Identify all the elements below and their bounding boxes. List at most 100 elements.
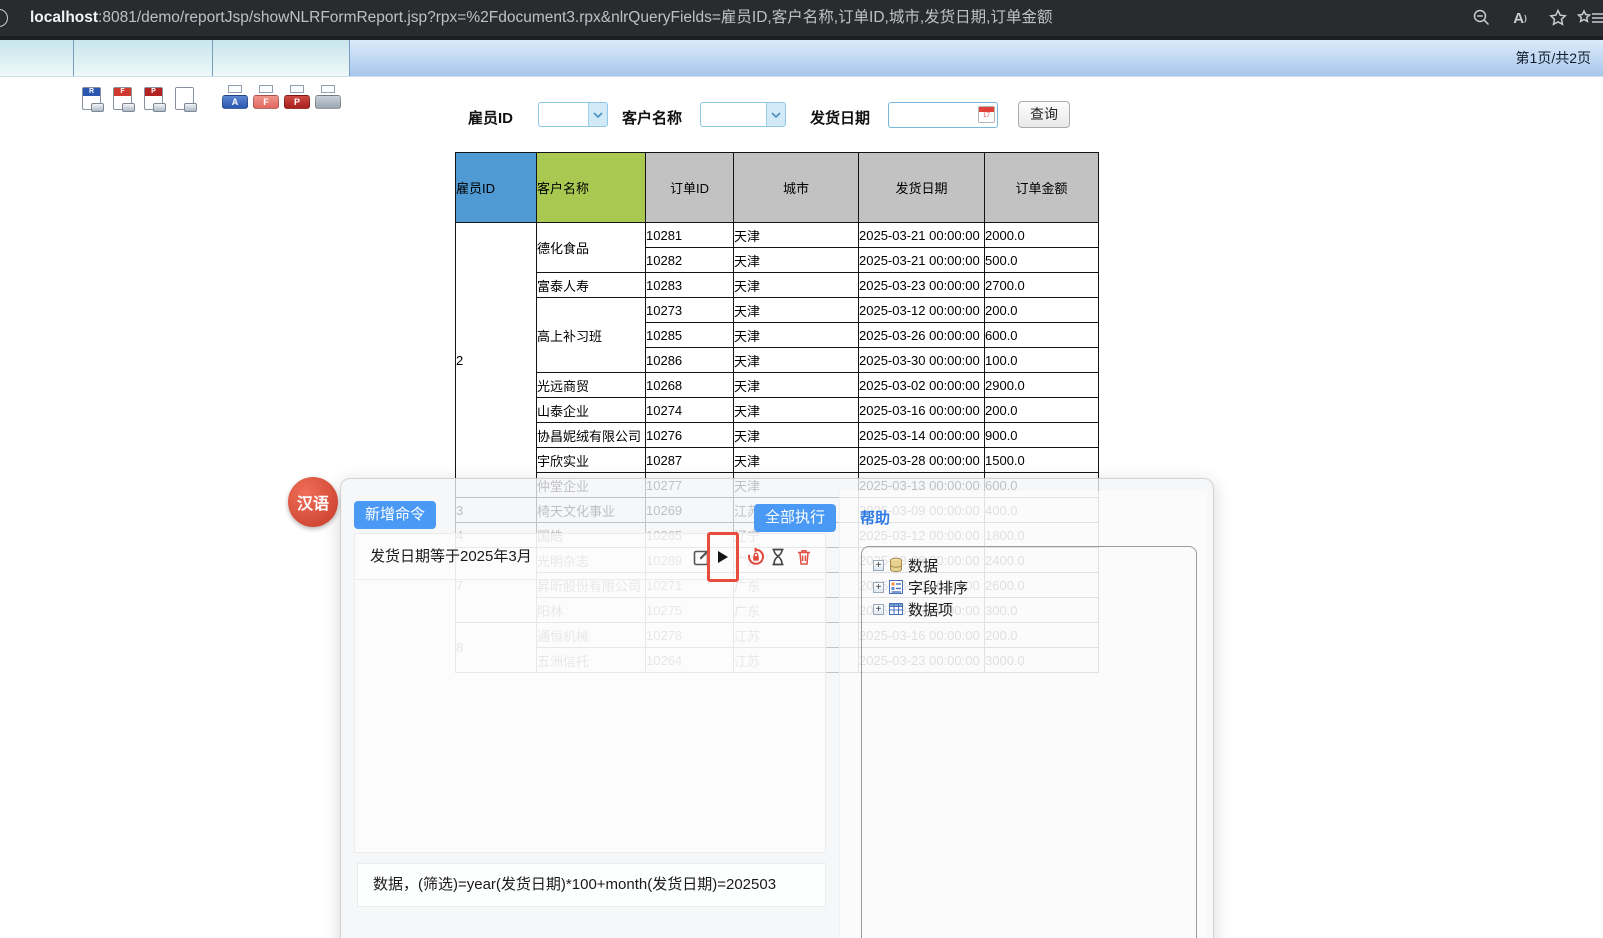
order-amount-cell: 500.0 [984,247,1099,273]
report-toolbar: RFP AFP 第1页/共2页 [0,40,1603,112]
customer-name-cell: 德化食品 [536,222,646,273]
address-bar-actions: A) [1463,0,1603,36]
order-amount-cell: 200.0 [984,297,1099,323]
toolbar-underline [0,76,1603,77]
column-header: 雇员ID [455,152,537,223]
order-id-cell: 10274 [645,397,734,423]
customer-name-cell: 山泰企业 [536,397,646,423]
column-header: 发货日期 [858,152,985,223]
tree-item-数据[interactable]: + 数据 [862,554,1196,576]
toolbar-separator [349,40,350,76]
ship-date-cell: 2025-03-21 00:00:00 [858,222,985,248]
column-header: 客户名称 [536,152,646,223]
tree-item-数据项[interactable]: + 数据项 [862,598,1196,620]
tree-item-label: 数据项 [908,601,954,619]
calendar-icon[interactable] [978,106,995,123]
city-cell: 天津 [733,222,859,248]
order-amount-cell: 600.0 [984,322,1099,348]
lock-refresh-icon[interactable] [746,547,766,567]
tree-item-label: 字段排序 [908,579,969,597]
browser-window: localhost:8081/demo/reportJsp/showNLRFor… [0,0,1603,938]
export-doc-p-button[interactable]: P [144,87,166,112]
url-host: localhost [30,9,99,26]
toolbar-right-section [349,40,1603,76]
column-header: 订单金额 [984,152,1099,223]
ship-date-cell: 2025-03-02 00:00:00 [858,372,985,398]
help-button[interactable]: 帮助 [860,507,890,528]
reload-icon[interactable] [0,9,8,27]
url-path: :8081/demo/reportJsp/showNLRFormReport.j… [98,9,1053,26]
ship-date-cell: 2025-03-12 00:00:00 [858,297,985,323]
print-plain-button[interactable] [315,85,341,109]
column-header: 订单ID [645,152,734,223]
order-id-cell: 10268 [645,372,734,398]
column-header: 城市 [733,152,859,223]
print-f-button[interactable]: F [253,85,279,109]
trash-icon[interactable] [794,547,814,567]
formula-text: 数据，(筛选)=year(发货日期)*100+month(发货日期)=20250… [373,876,777,893]
database-icon [888,557,904,573]
city-cell: 天津 [733,247,859,273]
table-header-row: 雇员ID 客户名称 订单ID 城市 发货日期 订单金额 [455,152,1099,223]
order-id-cell: 10281 [645,222,734,248]
customer-name-cell: 协昌妮绒有限公司 [536,422,646,448]
customer-name-cell: 高上补习班 [536,297,646,373]
chevron-down-icon[interactable] [588,103,607,126]
favorite-star-icon[interactable] [1539,0,1577,36]
order-id-cell: 10276 [645,422,734,448]
employee-id-label: 雇员ID [468,110,514,127]
order-id-cell: 10287 [645,447,734,473]
table-row: 宇欣实业 10287 天津 2025-03-28 00:00:00 1500.0 [456,447,1099,473]
hourglass-icon[interactable] [768,547,788,567]
city-cell: 天津 [733,397,859,423]
tree-item-label: 数据 [908,557,939,575]
field-sort-icon [888,579,904,595]
zoom-out-icon[interactable] [1463,0,1501,36]
language-badge[interactable]: 汉语 [288,477,338,527]
options-tree: + 数据 + 字段排序 + 数据项 [861,546,1197,938]
customer-name-cell: 宇欣实业 [536,447,646,473]
favorites-list-icon[interactable] [1577,0,1603,36]
order-amount-cell: 200.0 [984,397,1099,423]
ship-date-cell: 2025-03-26 00:00:00 [858,322,985,348]
order-amount-cell: 2900.0 [984,372,1099,398]
read-aloud-icon[interactable]: A) [1501,0,1539,36]
command-row[interactable]: 发货日期等于2025年3月 [355,532,825,582]
play-icon[interactable] [718,551,728,563]
order-id-cell: 10285 [645,322,734,348]
export-doc-f-button[interactable]: F [113,87,135,112]
ship-date-input[interactable] [888,102,998,128]
print-p-button[interactable]: P [284,85,310,109]
query-button[interactable]: 查询 [1018,101,1070,128]
print-a-button[interactable]: A [222,85,248,109]
customer-name-label: 客户名称 [622,110,683,127]
city-cell: 天津 [733,347,859,373]
toolbar-separator [212,40,213,76]
command-list-panel: 发货日期等于2025年3月 [354,532,826,853]
expand-plus-icon[interactable]: + [873,581,884,593]
ship-date-label: 发货日期 [810,110,871,127]
table-row: 富泰人寿 10283 天津 2025-03-23 00:00:00 2700.0 [456,272,1099,298]
run-command-highlight[interactable] [707,532,739,582]
customer-name-select[interactable] [700,102,786,127]
execute-all-button[interactable]: 全部执行 [754,504,837,532]
tree-item-字段排序[interactable]: + 字段排序 [862,576,1196,598]
expand-plus-icon[interactable]: + [873,603,884,615]
mini-printer-icon [122,103,135,112]
chevron-down-icon[interactable] [766,103,785,126]
ship-date-cell: 2025-03-14 00:00:00 [858,422,985,448]
order-amount-cell: 1500.0 [984,447,1099,473]
toolbar-left-section [0,40,349,76]
order-amount-cell: 100.0 [984,347,1099,373]
ship-date-cell: 2025-03-16 00:00:00 [858,397,985,423]
expand-plus-icon[interactable]: + [873,559,884,571]
url-text[interactable]: localhost:8081/demo/reportJsp/showNLRFor… [30,0,1052,36]
export-doc-r-button[interactable]: R [82,87,104,112]
export-doc-blank-button[interactable] [175,87,197,112]
ship-date-cell: 2025-03-23 00:00:00 [858,272,985,298]
employee-id-select[interactable] [538,102,608,127]
mini-printer-icon [153,103,166,112]
browser-address-bar[interactable]: localhost:8081/demo/reportJsp/showNLRFor… [0,0,1603,36]
add-command-button[interactable]: 新增命令 [354,501,437,529]
order-amount-cell: 2000.0 [984,222,1099,248]
